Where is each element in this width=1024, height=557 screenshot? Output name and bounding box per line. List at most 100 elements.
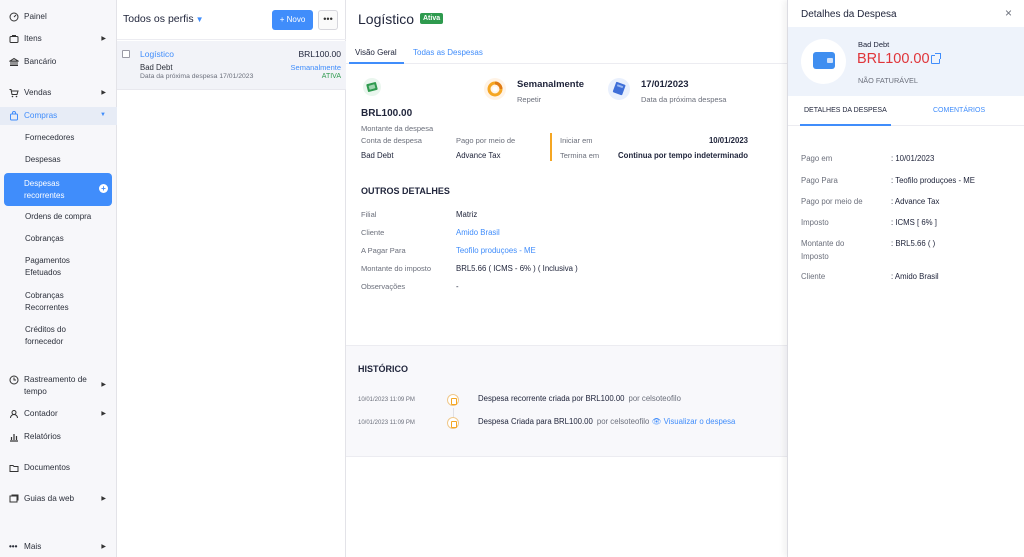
row-checkbox[interactable] <box>122 50 130 58</box>
history-author: por celsoteofilo <box>628 394 681 403</box>
panel-detail-label: Montante do Imposto <box>801 239 845 261</box>
panel-hero: Bad Debt BRL100.00 NÃO FATURÁVEL <box>788 27 1024 96</box>
tab-comentarios[interactable]: COMENTÁRIOS <box>933 107 985 114</box>
nav-guias-da-web[interactable]: Guias da web ▶ <box>0 494 117 505</box>
panel-detail-value: : ICMS [ 6% ] <box>891 218 937 227</box>
sub-cobrancas[interactable]: Cobranças <box>25 233 110 245</box>
history-author: por celsoteofilo <box>596 417 650 426</box>
close-icon[interactable]: × <box>1005 6 1012 20</box>
more-dots-icon: ••• <box>9 542 18 551</box>
panel-tabs: DETALHES DA DESPESA COMENTÁRIOS <box>788 96 1024 126</box>
panel-amount: BRL100.00 <box>857 51 930 67</box>
more-options-button[interactable]: ••• <box>318 10 338 30</box>
nav-label: Relatórios <box>24 432 61 441</box>
nav-contador[interactable]: Contador ▶ <box>0 409 117 420</box>
row-next-date: Data da próxima despesa 17/01/2023 <box>140 73 254 80</box>
history-section: HISTÓRICO 10/01/2023 11:09 PM Despesa re… <box>346 345 787 457</box>
chevron-down-icon: ▼ <box>195 15 204 24</box>
panel-category: Bad Debt <box>858 40 890 49</box>
wallet-avatar <box>801 39 846 84</box>
sub-despesas[interactable]: Despesas <box>25 154 110 166</box>
active-tab-underline <box>349 62 404 64</box>
sub-pagamentos-efetuados[interactable]: Pagamentos Efetuados <box>25 255 95 279</box>
vendor-link[interactable]: Teofilo produçoes - ME <box>456 246 536 255</box>
nav-vendas[interactable]: Vendas ▶ <box>0 88 117 99</box>
sub-fornecedores[interactable]: Fornecedores <box>25 132 110 144</box>
summary-amount-label: Montante da despesa <box>361 124 434 133</box>
tab-detalhes-da-despesa[interactable]: DETALHES DA DESPESA <box>804 107 887 114</box>
expense-details-panel: Detalhes da Despesa × Bad Debt BRL100.00… <box>787 0 1024 557</box>
nav-itens[interactable]: Itens ▶ <box>0 34 117 45</box>
row-name[interactable]: Logístico <box>140 49 174 59</box>
chevron-right-icon: ▶ <box>101 411 106 417</box>
wallet-icon <box>813 52 835 69</box>
panel-detail-value: : 10/01/2023 <box>891 154 935 163</box>
row-account: Bad Debt <box>140 63 173 72</box>
document-icon <box>447 394 459 406</box>
tab-todas-as-despesas[interactable]: Todas as Despesas <box>413 48 483 57</box>
paid-via-value: Advance Tax <box>456 151 501 160</box>
chevron-right-icon: ▶ <box>101 382 106 388</box>
paid-via-label: Pago por meio de <box>456 136 516 145</box>
chevron-down-icon: ▼ <box>100 112 106 118</box>
start-value: 10/01/2023 <box>708 136 748 145</box>
document-icon <box>447 417 459 429</box>
detail-label: Montante do imposto <box>361 264 432 273</box>
folder-icon <box>9 465 19 472</box>
money-icon <box>363 78 381 96</box>
detail-label: Filial <box>361 210 377 219</box>
panel-detail-value: : Advance Tax <box>891 197 940 206</box>
main-detail: Logístico Ativa Visão Geral Todas as Des… <box>346 0 787 557</box>
panel-title: Detalhes da Despesa <box>801 9 897 20</box>
add-icon[interactable]: + <box>99 184 108 193</box>
sub-despesas-recorrentes[interactable]: Despesas recorrentes + <box>4 173 112 206</box>
dashboard-icon <box>9 12 19 22</box>
sub-ordens-de-compra[interactable]: Ordens de compra <box>25 211 110 223</box>
panel-detail-label: Pago em <box>801 154 833 163</box>
summary-amount: BRL100.00 <box>361 108 413 119</box>
nav-documentos[interactable]: Documentos <box>0 463 117 474</box>
history-date: 10/01/2023 11:09 PM <box>358 420 415 426</box>
page-title: Logístico <box>358 11 415 27</box>
panel-detail-value: : BRL5.66 ( ) <box>891 239 936 248</box>
sub-cobrancas-recorrentes[interactable]: Cobranças Recorrentes <box>25 290 95 314</box>
sub-creditos-do-fornecedor[interactable]: Créditos do fornecedor <box>25 324 85 348</box>
active-tab-underline <box>800 124 891 126</box>
nav-rastreamento[interactable]: Rastreamento de tempo ▶ <box>0 375 117 398</box>
client-link[interactable]: Amido Brasil <box>456 228 500 237</box>
detail-value: Matriz <box>456 210 478 219</box>
new-button[interactable]: + Novo <box>272 10 313 30</box>
list-filter-dropdown[interactable]: Todos os perfis ▼ <box>123 13 204 25</box>
repeat-icon <box>484 78 506 100</box>
account-label: Conta de despesa <box>361 136 422 145</box>
calendar-icon <box>608 78 630 100</box>
list-title-label: Todos os perfis <box>123 13 194 25</box>
user-icon <box>10 410 18 419</box>
list-item[interactable]: Logístico Bad Debt Data da próxima despe… <box>117 41 346 90</box>
eye-icon: 👁 <box>651 417 662 426</box>
history-title: HISTÓRICO <box>358 364 409 374</box>
detail-tabs: Visão Geral Todas as Despesas <box>346 42 787 64</box>
detail-label: Cliente <box>361 228 385 237</box>
panel-detail-label: Pago Para <box>801 176 838 185</box>
chevron-right-icon: ▶ <box>101 90 106 96</box>
nav-bancario[interactable]: Bancário <box>0 57 117 68</box>
nav-relatorios[interactable]: Relatórios <box>0 432 117 443</box>
account-value: Bad Debt <box>361 151 394 160</box>
nav-painel[interactable]: Painel <box>0 12 117 23</box>
other-details-title: OUTROS DETALHES <box>361 186 450 196</box>
nav-label: Documentos <box>24 463 70 472</box>
tag-icon <box>9 35 19 43</box>
end-value: Continua por tempo indeterminado <box>618 151 748 160</box>
panel-detail-value: : Amido Brasil <box>891 272 939 281</box>
timeline-bar <box>550 133 552 161</box>
history-text: Despesa Criada para BRL100.00 <box>478 417 593 426</box>
cart-icon <box>9 89 19 98</box>
external-link-icon[interactable] <box>931 53 941 64</box>
nav-compras[interactable]: Compras ▼ <box>0 107 117 125</box>
start-label: Iniciar em <box>560 136 593 145</box>
tab-visao-geral[interactable]: Visão Geral <box>355 48 397 57</box>
shopping-bag-icon <box>10 111 18 121</box>
view-expense-link[interactable]: 👁 Visualizar o despesa <box>652 417 736 426</box>
nav-mais[interactable]: ••• Mais ▶ <box>0 542 117 553</box>
